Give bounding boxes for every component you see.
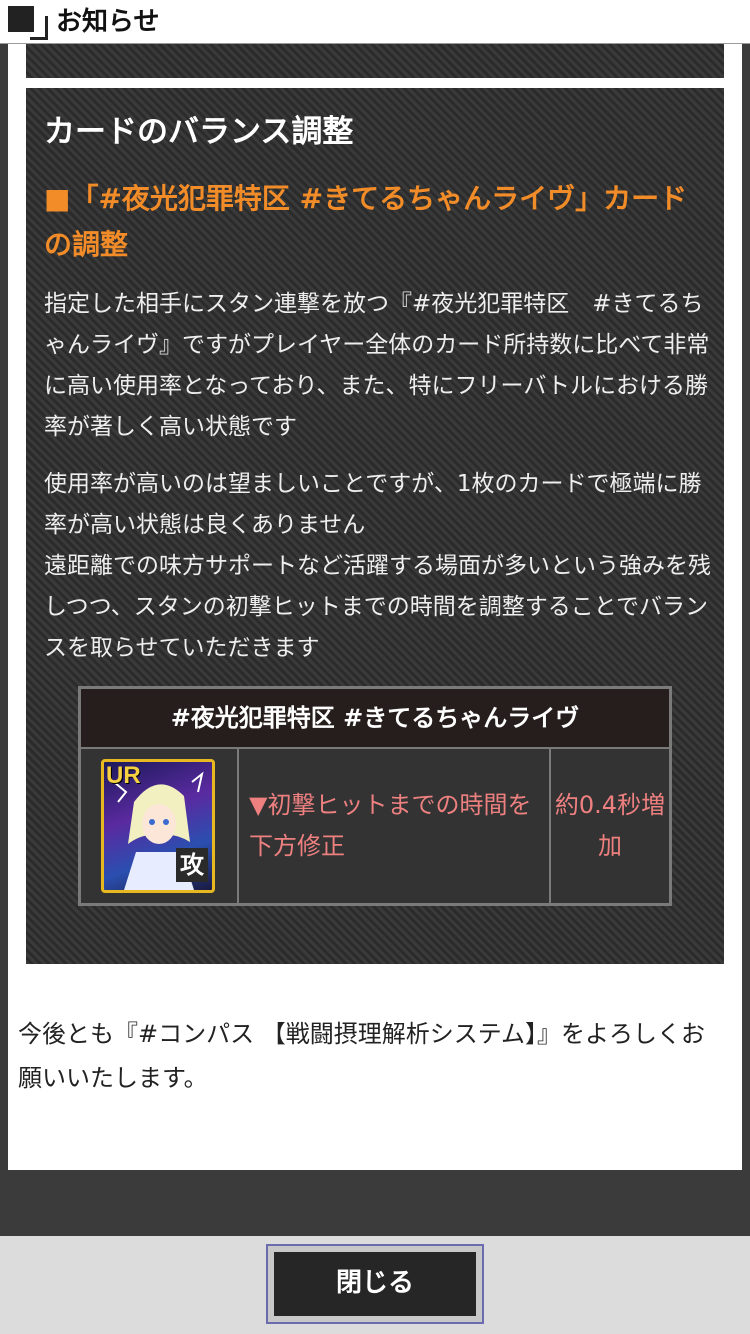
page-title: お知らせ	[56, 7, 160, 37]
table-header: #夜光犯罪特区 #きてるちゃんライヴ	[81, 689, 669, 749]
card-image: UR 攻	[101, 759, 215, 893]
close-button[interactable]: 閉じる	[266, 1244, 484, 1324]
app-header: お知らせ	[0, 0, 750, 44]
card-balance-section: カードのバランス調整 ■「#夜光犯罪特区 #きてるちゃんライヴ」カードの調整 指…	[26, 88, 724, 964]
change-description-cell: ▼初撃ヒットまでの時間を下方修正	[239, 749, 551, 903]
notice-content-panel[interactable]: カードのバランス調整 ■「#夜光犯罪特区 #きてるちゃんライヴ」カードの調整 指…	[8, 44, 742, 1170]
adjustment-table: #夜光犯罪特区 #きてるちゃんライヴ UR 攻 ▼初撃ヒットまでの時間を下方修正…	[78, 686, 672, 906]
section-title: カードのバランス調整	[44, 114, 354, 150]
section-subtitle: ■「#夜光犯罪特区 #きてるちゃんライヴ」カードの調整	[44, 182, 688, 261]
notice-icon	[8, 6, 50, 42]
role-icon: 攻	[176, 848, 208, 882]
previous-section-box	[26, 44, 724, 78]
paragraph-1: 指定した相手にスタン連撃を放つ『#夜光犯罪特区 #きてるちゃんライヴ』ですがプレ…	[44, 291, 710, 440]
change-description: ▼初撃ヒットまでの時間を下方修正	[249, 791, 532, 860]
change-amount: 約0.4秒増加	[554, 791, 666, 860]
paragraph-2: 使用率が高いのは望ましいことですが、1枚のカードで極端に勝率が高い状態は良くあり…	[44, 471, 711, 661]
card-image-cell: UR 攻	[81, 749, 239, 903]
card-rank-badge: UR	[106, 762, 141, 789]
close-button-label: 閉じる	[274, 1252, 476, 1316]
footer-bar: 閉じる	[0, 1236, 750, 1334]
closing-message: 今後とも『#コンパス 【戦闘摂理解析システム】』をよろしくお願いいたします。	[18, 1020, 706, 1092]
change-amount-cell: 約0.4秒増加	[551, 749, 669, 903]
